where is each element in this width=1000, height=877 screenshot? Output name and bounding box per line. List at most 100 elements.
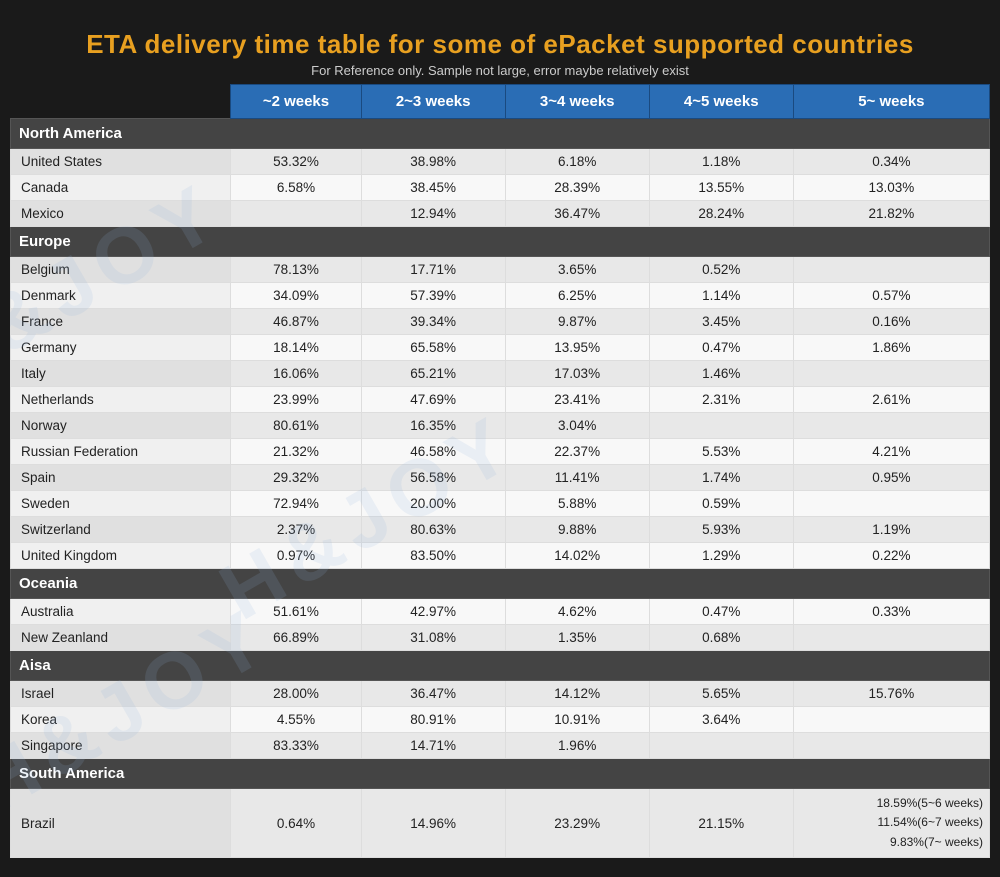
data-cell: 4.62%: [505, 599, 649, 625]
table-watermark-container: H&JOY H&JOY H&JOY ~2 weeks 2~3 weeks 3~4…: [10, 84, 990, 858]
country-cell: Spain: [11, 465, 231, 491]
title-highlight: ePacket: [543, 29, 645, 59]
country-cell: Netherlands: [11, 387, 231, 413]
table-row: Norway80.61%16.35%3.04%: [11, 413, 990, 439]
data-cell: 42.97%: [361, 599, 505, 625]
country-cell: Sweden: [11, 491, 231, 517]
main-container: ETA delivery time table for some of ePac…: [0, 9, 1000, 868]
data-cell: 38.98%: [361, 149, 505, 175]
country-cell: Denmark: [11, 283, 231, 309]
data-cell: 80.61%: [231, 413, 361, 439]
data-cell: [793, 625, 989, 651]
data-cell: 6.18%: [505, 149, 649, 175]
section-row: Oceania: [11, 569, 990, 599]
data-cell: 80.91%: [361, 707, 505, 733]
data-cell: 3.65%: [505, 257, 649, 283]
data-cell: [793, 257, 989, 283]
data-cell: [793, 733, 989, 759]
data-cell: 0.34%: [793, 149, 989, 175]
data-cell: 28.39%: [505, 175, 649, 201]
data-cell: 23.29%: [505, 789, 649, 858]
table-row: Sweden72.94%20.00%5.88%0.59%: [11, 491, 990, 517]
data-cell: [793, 413, 989, 439]
table-row: Netherlands23.99%47.69%23.41%2.31%2.61%: [11, 387, 990, 413]
data-cell: 0.68%: [649, 625, 793, 651]
data-cell: 1.19%: [793, 517, 989, 543]
data-cell: 14.12%: [505, 681, 649, 707]
data-cell: 13.55%: [649, 175, 793, 201]
data-cell: 5.93%: [649, 517, 793, 543]
data-cell: 0.33%: [793, 599, 989, 625]
data-cell: 0.52%: [649, 257, 793, 283]
data-cell: 11.41%: [505, 465, 649, 491]
data-cell: 0.47%: [649, 335, 793, 361]
data-cell: 83.50%: [361, 543, 505, 569]
data-cell: 78.13%: [231, 257, 361, 283]
table-header-row: ~2 weeks 2~3 weeks 3~4 weeks 4~5 weeks 5…: [11, 85, 990, 119]
data-cell: 3.45%: [649, 309, 793, 335]
country-cell: United States: [11, 149, 231, 175]
data-cell: 14.96%: [361, 789, 505, 858]
data-cell: 1.14%: [649, 283, 793, 309]
data-cell: 0.57%: [793, 283, 989, 309]
title-suffix: supported countries: [645, 29, 914, 59]
country-cell: New Zeanland: [11, 625, 231, 651]
data-cell: 0.97%: [231, 543, 361, 569]
data-cell: 5.88%: [505, 491, 649, 517]
data-cell: 13.03%: [793, 175, 989, 201]
country-cell: Israel: [11, 681, 231, 707]
section-row: Aisa: [11, 651, 990, 681]
table-row: United States53.32%38.98%6.18%1.18%0.34%: [11, 149, 990, 175]
data-cell: [649, 413, 793, 439]
data-cell: 17.03%: [505, 361, 649, 387]
section-label: North America: [11, 119, 990, 149]
data-cell: [649, 733, 793, 759]
section-row: South America: [11, 759, 990, 789]
table-row: Switzerland2.37%80.63%9.88%5.93%1.19%: [11, 517, 990, 543]
table-row: France46.87%39.34%9.87%3.45%0.16%: [11, 309, 990, 335]
table-row: Brazil0.64%14.96%23.29%21.15%18.59%(5~6 …: [11, 789, 990, 858]
data-cell: 23.99%: [231, 387, 361, 413]
section-row: North America: [11, 119, 990, 149]
data-cell: 2.37%: [231, 517, 361, 543]
col-header-4: 4~5 weeks: [649, 85, 793, 119]
col-header-5: 5~ weeks: [793, 85, 989, 119]
table-row: New Zeanland66.89%31.08%1.35%0.68%: [11, 625, 990, 651]
country-cell: Switzerland: [11, 517, 231, 543]
table-row: Australia51.61%42.97%4.62%0.47%0.33%: [11, 599, 990, 625]
table-row: United Kingdom0.97%83.50%14.02%1.29%0.22…: [11, 543, 990, 569]
data-cell: 2.61%: [793, 387, 989, 413]
data-cell: 17.71%: [361, 257, 505, 283]
data-cell: 34.09%: [231, 283, 361, 309]
data-cell: 10.91%: [505, 707, 649, 733]
data-cell: 0.64%: [231, 789, 361, 858]
data-cell: 1.29%: [649, 543, 793, 569]
country-cell: Singapore: [11, 733, 231, 759]
title-prefix: ETA delivery time table for some of: [86, 29, 543, 59]
data-cell: 14.02%: [505, 543, 649, 569]
table-row: Italy16.06%65.21%17.03%1.46%: [11, 361, 990, 387]
country-cell: Mexico: [11, 201, 231, 227]
data-cell: 38.45%: [361, 175, 505, 201]
data-cell: 83.33%: [231, 733, 361, 759]
data-cell: 4.55%: [231, 707, 361, 733]
section-label: Aisa: [11, 651, 990, 681]
data-cell: 28.00%: [231, 681, 361, 707]
country-cell: Russian Federation: [11, 439, 231, 465]
data-cell: [793, 707, 989, 733]
section-row: Europe: [11, 227, 990, 257]
data-cell: 80.63%: [361, 517, 505, 543]
data-cell: 65.58%: [361, 335, 505, 361]
data-cell: 0.22%: [793, 543, 989, 569]
col-header-2: 2~3 weeks: [361, 85, 505, 119]
data-cell: 6.58%: [231, 175, 361, 201]
data-cell: 16.06%: [231, 361, 361, 387]
col-header-0: [11, 85, 231, 119]
data-cell: 1.74%: [649, 465, 793, 491]
table-row: Israel28.00%36.47%14.12%5.65%15.76%: [11, 681, 990, 707]
country-cell: Germany: [11, 335, 231, 361]
table-row: Korea4.55%80.91%10.91%3.64%: [11, 707, 990, 733]
data-cell: 23.41%: [505, 387, 649, 413]
data-cell: 1.86%: [793, 335, 989, 361]
country-cell: Australia: [11, 599, 231, 625]
